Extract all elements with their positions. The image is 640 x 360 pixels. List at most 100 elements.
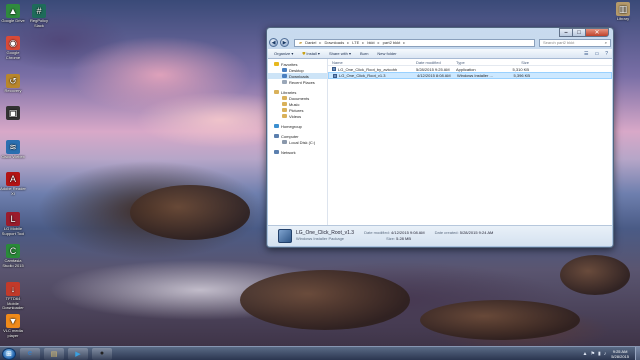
internet-explorer-icon: e — [28, 350, 32, 357]
desktop-icon[interactable]: A Adobe Reader XI — [0, 172, 26, 196]
music-icon — [282, 102, 287, 106]
desktop-icon[interactable]: ▣ — [0, 106, 26, 121]
breadcrumb-item[interactable]: LTE — [352, 40, 359, 45]
app-icon: ▣ — [6, 106, 20, 120]
disk-icon — [282, 140, 287, 144]
details-file-kind: Windows Installer Package — [296, 236, 345, 241]
taskbar-button[interactable]: e — [20, 347, 40, 360]
slack-icon: # — [32, 4, 46, 18]
breadcrumb-item[interactable]: part2 bkkt — [383, 40, 401, 45]
desktop-icon-slack[interactable]: # RegPolicy Slack — [26, 4, 52, 28]
nav-item-homegroup[interactable]: Homegroup — [268, 123, 327, 129]
desktop-icon[interactable]: ▲ Google Drive — [0, 4, 26, 24]
nav-item-label: Pictures — [289, 107, 304, 113]
breadcrumb-item[interactable]: Daniel — [305, 40, 316, 45]
media-player-icon: ▶ — [75, 350, 81, 358]
start-button[interactable]: ⊞ — [2, 347, 16, 360]
downloads-icon — [282, 74, 287, 78]
back-button[interactable]: ◀ — [269, 38, 278, 47]
column-type[interactable]: Type — [452, 60, 494, 65]
windows-logo-icon: ⊞ — [6, 350, 12, 358]
share-with-button[interactable]: Share with ▾ — [329, 51, 351, 56]
file-rows: LG_One_Click_Root_by_avicohh 5/28/2015 9:… — [328, 66, 612, 79]
details-label: Date modified: — [364, 230, 390, 235]
library-icon: ▥ — [616, 2, 630, 16]
show-desktop-button[interactable] — [635, 346, 640, 360]
details-size: 5.28 MB — [396, 236, 412, 241]
wallpaper-rock — [560, 255, 630, 295]
install-button[interactable]: ⛊ Install ▾ — [302, 51, 320, 56]
file-date: 4/12/2015 8:08 AM — [417, 73, 451, 78]
wallpaper-rock — [130, 185, 250, 240]
file-row[interactable]: LG_One_Click_Root_v1.3 4/12/2015 8:08 AM W… — [328, 72, 612, 79]
breadcrumb-separator-icon: ▸ — [377, 40, 380, 45]
desktop-icon — [282, 68, 287, 72]
desktop-icon[interactable]: L LG Mobile Support Tool — [0, 212, 26, 236]
folder-icon: ▰ — [299, 40, 303, 45]
desktop-icon-label: Adobe Reader XI — [0, 186, 26, 196]
nav-item-label: Network — [281, 149, 296, 155]
show-hidden-icons-icon[interactable]: ▲ — [583, 351, 588, 357]
nav-item-label: Documents — [289, 95, 310, 101]
nav-item-network[interactable]: Network — [268, 149, 327, 155]
desktop-icon-library[interactable]: ▥ Library — [610, 2, 636, 22]
minimize-button[interactable]: – — [559, 28, 573, 37]
nav-item-recent-places[interactable]: Recent Places — [268, 79, 327, 85]
search-input[interactable]: Search part2 bkkt ⌕ — [539, 38, 611, 47]
desktop-icon-label: Google Drive — [1, 18, 25, 23]
installer-icon — [333, 73, 337, 78]
forward-button[interactable]: ▶ — [280, 38, 289, 47]
breadcrumb-item[interactable]: Downloads — [324, 40, 344, 45]
nav-item-label: Downloads — [289, 73, 309, 79]
installer-package-icon — [278, 229, 292, 243]
wallpaper-rock — [420, 300, 580, 340]
maximize-button[interactable]: □ — [572, 28, 586, 37]
desktop-icon[interactable]: ◉ Google Chrome — [0, 36, 26, 60]
desktop-icon[interactable]: ↓ TFTD64 Mobile Downloader — [0, 282, 26, 311]
taskbar-button[interactable]: ▶ — [68, 347, 88, 360]
desktop-icon[interactable]: ▼ VLC media player — [0, 314, 26, 338]
clock[interactable]: 9:25 AM 5/28/2015 — [611, 349, 629, 359]
star-icon — [274, 62, 279, 66]
webex-icon: ≋ — [6, 140, 20, 154]
nav-item-label: Music — [289, 101, 300, 107]
column-name[interactable]: Name — [328, 60, 412, 65]
desktop-icon[interactable]: C Camtasia Studio 2015 — [0, 244, 26, 268]
desktop-icon-label: Camtasia Studio 2015 — [2, 258, 24, 268]
new-folder-button[interactable]: New folder — [377, 51, 396, 56]
organize-button[interactable]: Organize ▾ — [274, 51, 293, 56]
nav-item-videos[interactable]: Videos — [268, 113, 327, 119]
camera-app-icon: ● — [99, 350, 105, 357]
nav-item-label: Local Disk (C:) — [289, 139, 316, 145]
recovery-icon: ↺ — [6, 74, 20, 88]
taskbar-button[interactable]: ● — [92, 347, 112, 360]
details-label: Size: — [386, 236, 395, 241]
file-size: 5,310 KB — [512, 66, 529, 72]
downloader-icon: ↓ — [6, 282, 20, 296]
column-size[interactable]: Size — [494, 60, 532, 65]
preview-pane-icon[interactable]: ▭ — [594, 51, 599, 57]
file-type: Windows Installer ... — [457, 73, 493, 78]
action-center-icon[interactable]: ⚑ — [590, 351, 594, 357]
help-icon[interactable]: ? — [605, 51, 608, 57]
burn-button[interactable]: Burn — [360, 51, 368, 56]
network-status-icon[interactable]: ▮ — [598, 351, 601, 357]
taskbar-button[interactable]: ▤ — [44, 347, 64, 360]
volume-icon[interactable]: ♪ — [604, 351, 607, 357]
desktop-icon[interactable]: ≋ Cisco Webex — [0, 140, 26, 160]
file-name: LG_One_Click_Root_v1.3 — [339, 73, 386, 78]
breadcrumb-item[interactable]: bkkt — [367, 40, 374, 45]
desktop-icon-label: TFTD64 Mobile Downloader — [2, 296, 24, 310]
address-bar[interactable]: ▰ Daniel ▸ Downloads ▸ LTE ▸ bkkt ▸ part2 bkkt ▸ — [294, 38, 535, 47]
breadcrumb-separator-icon: ▸ — [362, 40, 365, 45]
view-options-icon[interactable]: ☰ — [584, 51, 588, 57]
clock-time: 9:25 AM — [612, 348, 628, 354]
desktop-icon-label: Cisco Webex — [1, 154, 25, 159]
recent-places-icon — [282, 80, 287, 84]
nav-item-local-disk-c[interactable]: Local Disk (C:) — [268, 139, 327, 145]
desktop-icon[interactable]: ↺ Recovery — [0, 74, 26, 94]
column-date-modified[interactable]: Date modified — [412, 60, 452, 65]
close-button[interactable]: ✕ — [585, 28, 609, 37]
pictures-icon — [282, 108, 287, 112]
file-name: LG_One_Click_Root_by_avicohh — [338, 66, 398, 72]
